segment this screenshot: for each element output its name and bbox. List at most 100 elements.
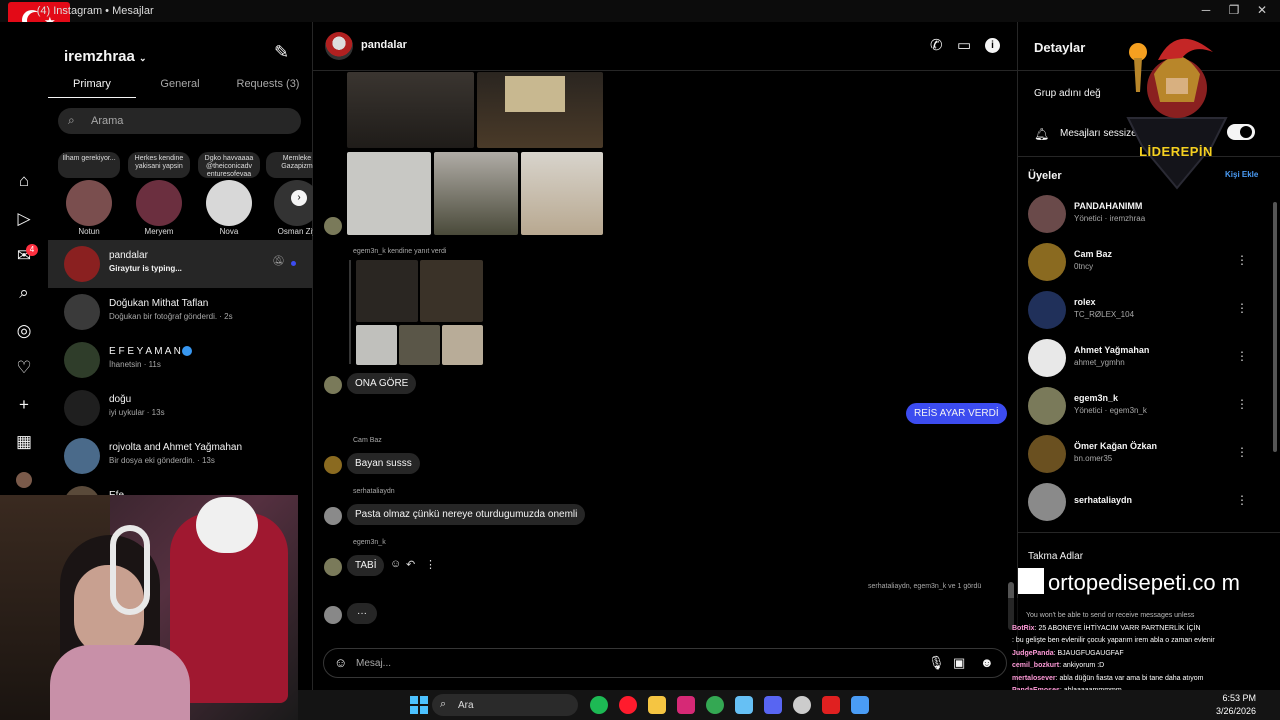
details-scrollbar[interactable]: [1273, 202, 1277, 452]
clock-date[interactable]: 3/26/2026: [1196, 706, 1256, 716]
search-icon[interactable]: ⌕: [12, 281, 36, 305]
message-bubble[interactable]: Bayan susss: [347, 453, 420, 474]
microphone-icon[interactable]: 🎙: [928, 655, 945, 671]
message-input[interactable]: ☺ Mesaj... 🎙 ▣ ☻: [323, 648, 1007, 678]
window-titlebar: ★ - (4) Instagram • Mesajlar ─ ❐ ✕: [0, 0, 1280, 42]
story-avatar: [66, 180, 112, 226]
shared-photo[interactable]: [347, 152, 431, 235]
taskbar-search[interactable]: ⌕ Ara: [432, 694, 578, 716]
obs-icon[interactable]: [793, 696, 811, 714]
sender-avatar[interactable]: [324, 456, 342, 474]
reply-photo[interactable]: [420, 260, 483, 322]
emoji-icon[interactable]: ☺: [334, 655, 347, 670]
sender-avatar[interactable]: [324, 217, 342, 235]
member-row[interactable]: PANDAHANIMM Yönetici · iremzhraa: [1018, 190, 1268, 238]
nicknames-heading[interactable]: Takma Adlar: [1028, 551, 1083, 562]
home-icon[interactable]: ⌂: [12, 169, 36, 193]
conversation-title[interactable]: pandalar: [361, 39, 407, 51]
member-options-icon[interactable]: ⋮: [1236, 445, 1248, 459]
message-bubble[interactable]: Pasta olmaz çünkü nereye oturdugumuzda o…: [347, 504, 586, 525]
create-icon[interactable]: +: [12, 393, 36, 417]
chat-list-item[interactable]: Doğukan Mithat Taflan Doğukan bir fotoğra…: [48, 288, 312, 336]
explore-icon[interactable]: ◎: [12, 319, 36, 343]
close-button[interactable]: ✕: [1252, 3, 1272, 17]
reply-line: [349, 260, 351, 364]
more-options-icon[interactable]: ⋮: [425, 558, 436, 571]
opera-icon[interactable]: [619, 696, 637, 714]
member-options-icon[interactable]: ⋮: [1236, 493, 1248, 507]
stories-next-button[interactable]: ›: [291, 190, 307, 206]
dashboard-icon[interactable]: ▦: [12, 430, 36, 454]
shared-photo[interactable]: [521, 152, 603, 235]
tab-general[interactable]: General: [136, 78, 224, 90]
sticker-icon[interactable]: ☻: [980, 655, 994, 670]
search-input[interactable]: ⌕ Arama: [58, 108, 301, 134]
info-icon[interactable]: i: [985, 38, 1000, 53]
image-icon[interactable]: ▣: [953, 655, 965, 671]
member-row[interactable]: serhataliaydn ⋮: [1018, 478, 1268, 526]
member-options-icon[interactable]: ⋮: [1236, 253, 1248, 267]
member-options-icon[interactable]: ⋮: [1236, 301, 1248, 315]
chat-list-item[interactable]: doğu iyi uykular · 13s: [48, 384, 312, 432]
file-explorer-icon[interactable]: [648, 696, 666, 714]
story-item[interactable]: İlham gerekiyor... Notun: [56, 152, 122, 236]
reply-icon[interactable]: ↶: [406, 558, 415, 571]
reply-photo[interactable]: [442, 325, 483, 365]
conversation-panel: pandalar ✆ ▭ i egem3n_k kendine yanıt ve…: [313, 22, 1017, 687]
group-avatar[interactable]: [325, 32, 353, 60]
shared-photo[interactable]: [434, 152, 518, 235]
reply-photo[interactable]: [399, 325, 440, 365]
steam-icon[interactable]: [735, 696, 753, 714]
clock-time[interactable]: 6:53 PM: [1196, 693, 1256, 703]
message-placeholder: Mesaj...: [356, 658, 392, 669]
sender-avatar[interactable]: [324, 558, 342, 576]
member-row[interactable]: Ahmet Yağmahan ahmet_ygmhn ⋮: [1018, 334, 1268, 382]
story-item[interactable]: Dgko havvaaaa @theiconicadv enturesofeva…: [196, 152, 262, 236]
app-icon[interactable]: [851, 696, 869, 714]
chat-list-item[interactable]: pandalar Giraytur is typing... 🔕︎: [48, 240, 312, 288]
story-item[interactable]: Herkes kendine yakisani yapsin Meryem: [126, 152, 192, 236]
heart-icon[interactable]: ♡: [12, 356, 36, 380]
chat-preview: İhanetsin · 11s: [109, 360, 161, 369]
member-row[interactable]: rolex TC_RØLEX_104 ⋮: [1018, 286, 1268, 334]
own-message-bubble[interactable]: REİS AYAR VERDİ: [906, 403, 1007, 424]
chat-list-item[interactable]: rojvolta and Ahmet Yağmahan Bir dosya eki…: [48, 432, 312, 480]
chat-scrollbar[interactable]: [1008, 72, 1014, 632]
tab-requests[interactable]: Requests (3): [224, 78, 312, 90]
reels-icon[interactable]: ▷: [12, 207, 36, 231]
chat-avatar: [64, 294, 100, 330]
minimize-button[interactable]: ─: [1196, 3, 1216, 17]
member-row[interactable]: Ömer Kağan Özkan bn.omer35 ⋮: [1018, 430, 1268, 478]
compose-icon[interactable]: ✎: [274, 42, 289, 63]
profile-avatar[interactable]: [16, 472, 32, 488]
react-icon[interactable]: ☺: [390, 558, 401, 570]
message-bubble[interactable]: ONA GÖRE: [347, 373, 417, 394]
member-row[interactable]: Cam Baz 0tncy ⋮: [1018, 238, 1268, 286]
phone-icon[interactable]: ✆: [930, 36, 943, 54]
group-name-field[interactable]: Grup adını değ: [1034, 88, 1101, 99]
reply-note: egem3n_k kendine yanıt verdi: [353, 248, 447, 255]
message-bubble[interactable]: TABİ: [347, 555, 385, 576]
spotify-icon[interactable]: [590, 696, 608, 714]
video-icon[interactable]: ▭: [957, 36, 971, 54]
reply-photo[interactable]: [356, 260, 418, 322]
chat-name: E F E Y A M A N: [109, 346, 181, 357]
app-icon[interactable]: [822, 696, 840, 714]
discord-icon[interactable]: [764, 696, 782, 714]
sender-avatar[interactable]: [324, 376, 342, 394]
account-username[interactable]: iremzhraa ⌄: [64, 48, 147, 65]
story-note: Dgko havvaaaa @theiconicadv enturesofeva…: [198, 152, 260, 178]
windows-start-icon[interactable]: [410, 696, 428, 714]
maximize-button[interactable]: ❐: [1224, 3, 1244, 17]
sender-avatar[interactable]: [324, 507, 342, 525]
shared-photo[interactable]: [347, 72, 474, 148]
chat-list-item[interactable]: E F E Y A M A N İhanetsin · 11s: [48, 336, 312, 384]
member-row[interactable]: egem3n_k Yönetici · egem3n_k ⋮: [1018, 382, 1268, 430]
member-options-icon[interactable]: ⋮: [1236, 397, 1248, 411]
shared-photo[interactable]: [477, 72, 603, 148]
chrome-icon[interactable]: [706, 696, 724, 714]
tab-primary[interactable]: Primary: [48, 78, 136, 90]
reply-photo[interactable]: [356, 325, 397, 365]
instagram-icon[interactable]: [677, 696, 695, 714]
member-options-icon[interactable]: ⋮: [1236, 349, 1248, 363]
